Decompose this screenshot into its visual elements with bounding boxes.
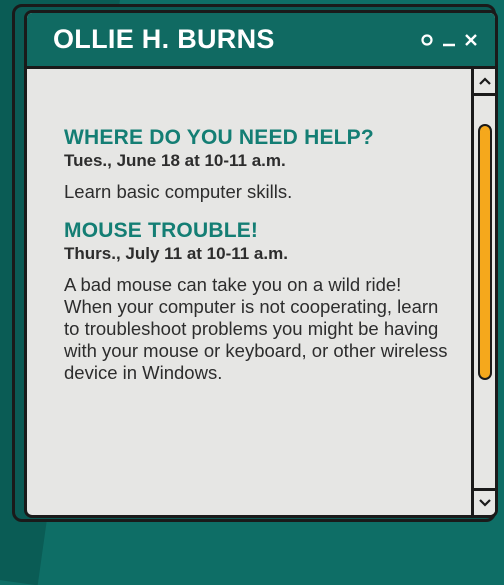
restore-icon (421, 33, 433, 46)
window-title: OLLIE H. BURNS (53, 24, 275, 54)
event-list: WHERE DO YOU NEED HELP? Tues., June 18 a… (27, 69, 471, 515)
scroll-down-button[interactable] (474, 488, 495, 515)
event-date: Tues., June 18 at 10-11 a.m. (64, 151, 286, 170)
event-window: OLLIE H. BURNS WHERE DO YOU NEED HELP? T… (24, 10, 498, 518)
close-button[interactable] (463, 30, 479, 50)
scroll-thumb[interactable] (478, 124, 492, 380)
close-icon (465, 33, 477, 46)
event-description: Learn basic computer skills. (64, 181, 293, 202)
scrollbar[interactable] (471, 69, 495, 515)
scroll-up-button[interactable] (474, 69, 495, 96)
minimize-button[interactable] (441, 30, 457, 50)
event-title: WHERE DO YOU NEED HELP? (64, 126, 374, 149)
chevron-down-icon (478, 499, 491, 507)
event-title: MOUSE TROUBLE! (64, 219, 259, 242)
minimize-icon (443, 43, 455, 46)
chevron-up-icon (478, 77, 491, 85)
event-item: WHERE DO YOU NEED HELP? Tues., June 18 a… (64, 127, 451, 203)
event-item: MOUSE TROUBLE! Thurs., July 11 at 10-11 … (64, 220, 451, 384)
title-bar[interactable]: OLLIE H. BURNS (27, 13, 495, 69)
event-description: A bad mouse can take you on a wild ride!… (64, 274, 448, 383)
event-date: Thurs., July 11 at 10-11 a.m. (64, 244, 288, 263)
window-controls (419, 30, 479, 50)
restore-button[interactable] (419, 30, 435, 50)
